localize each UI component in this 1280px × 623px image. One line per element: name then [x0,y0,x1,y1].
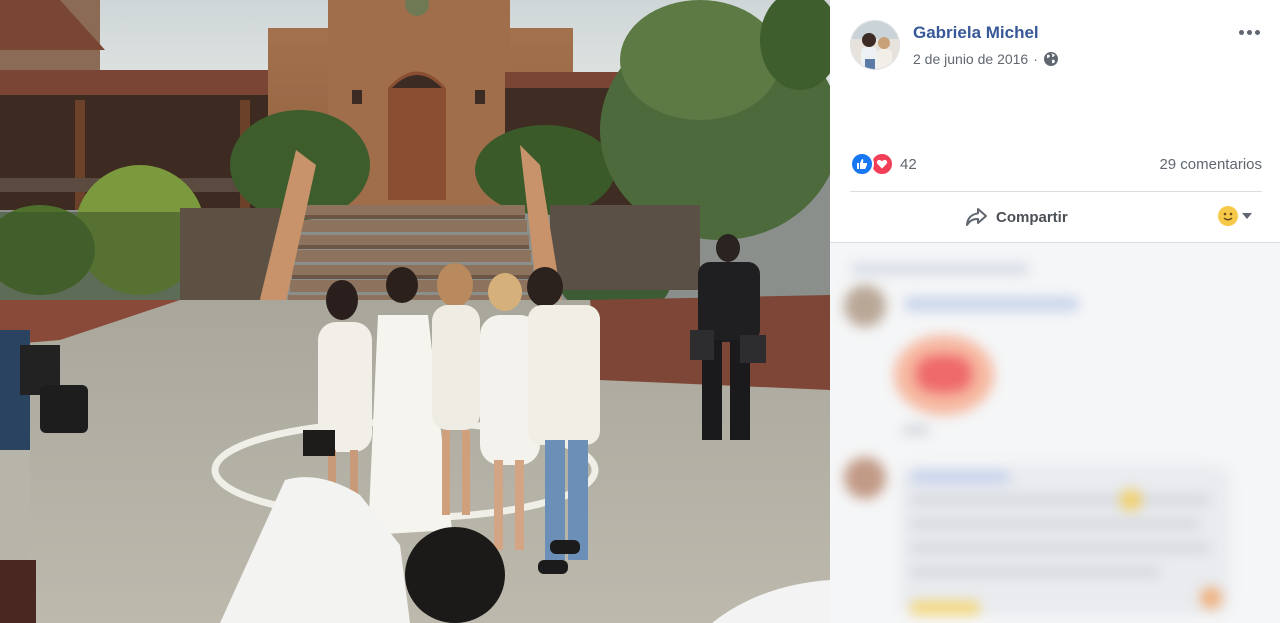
blurred-comments [830,243,1280,623]
post-info-panel: Gabriela Michel 2 de junio de 2016 · 42 … [830,0,1280,623]
globe-icon[interactable] [1043,51,1059,67]
more-options-button[interactable] [1236,22,1262,42]
photo-illustration [0,0,830,623]
share-button[interactable]: Compartir [964,202,1068,232]
share-arrow-icon [966,208,987,226]
author-name-link[interactable]: Gabriela Michel [913,23,1039,43]
divider [850,191,1262,192]
avatar-image [851,21,899,69]
reactions-summary[interactable]: 42 [850,152,917,176]
meta-separator: · [1033,51,1038,67]
chevron-down-icon [1242,213,1252,219]
photo-viewer: Gabriela Michel 2 de junio de 2016 · 42 … [0,0,1280,623]
more-dot-icon [1246,29,1252,35]
comments-count-link[interactable]: 29 comentarios [1159,156,1262,173]
comments-section-blurred [830,243,1280,623]
post-date-link[interactable]: 2 de junio de 2016 [913,51,1028,67]
reaction-selector[interactable] [1218,206,1252,226]
author-avatar[interactable] [850,20,900,70]
post-meta: 2 de junio de 2016 · [913,51,1059,67]
like-icon [850,152,874,176]
post-photo[interactable] [0,0,830,623]
more-dot-icon [1238,29,1244,35]
share-label: Compartir [996,208,1068,226]
smiley-icon [1218,206,1238,226]
more-dot-icon [1254,29,1260,35]
reaction-count: 42 [900,155,917,173]
